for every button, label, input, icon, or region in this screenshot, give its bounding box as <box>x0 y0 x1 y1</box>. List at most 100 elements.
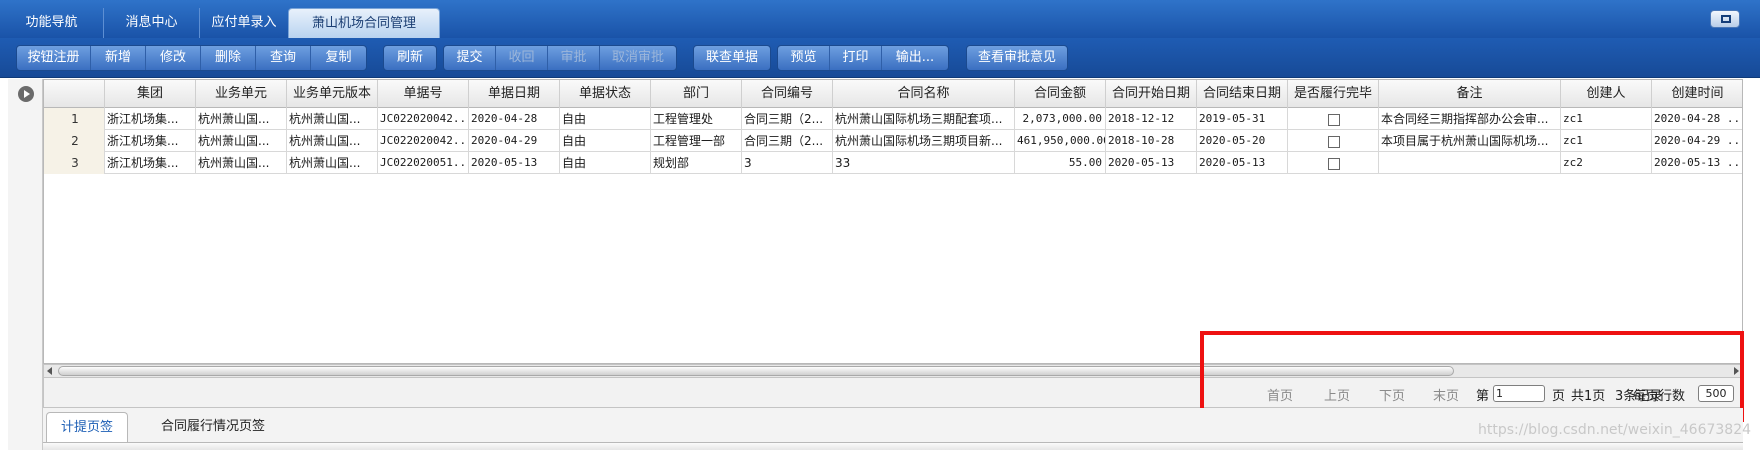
column-header-creator[interactable]: 创建人 <box>1561 80 1652 108</box>
fulfilled-checkbox[interactable] <box>1328 157 1340 170</box>
column-header-contract-amount[interactable]: 合同金额 <box>1015 80 1106 108</box>
left-gutter <box>8 79 43 450</box>
cell-group: 浙江机场集... <box>105 108 196 130</box>
cell-department: 工程管理一部 <box>651 130 742 152</box>
table-row[interactable]: 3 浙江机场集... 杭州萧山国... 杭州萧山国... JC022020051… <box>44 152 1742 174</box>
cell-creator: zc1 <box>1561 108 1652 130</box>
cell-business-unit-version: 杭州萧山国... <box>287 108 378 130</box>
cell-document-no: JC022020051... <box>378 152 469 174</box>
column-header-document-status[interactable]: 单据状态 <box>560 80 651 108</box>
submit-button[interactable]: 提交 <box>444 46 496 70</box>
cell-document-date: 2020-04-29 <box>469 130 560 152</box>
tab-function-nav[interactable]: 功能导航 <box>0 8 104 38</box>
toolbar-group-refresh: 刷新 <box>383 45 437 71</box>
toolbar-group-opinion: 查看审批意见 <box>966 45 1068 71</box>
column-header-business-unit-version[interactable]: 业务单元版本 <box>287 80 378 108</box>
cell-business-unit-version: 杭州萧山国... <box>287 152 378 174</box>
tab-accrual[interactable]: 计提页签 <box>46 412 128 442</box>
cell-contract-no: 合同三期（2... <box>742 108 833 130</box>
scroll-left-icon[interactable] <box>47 367 52 375</box>
table-row[interactable]: 2 浙江机场集... 杭州萧山国... 杭州萧山国... JC022020042… <box>44 130 1742 152</box>
query-button[interactable]: 查询 <box>256 46 311 70</box>
cell-end-date: 2020-05-20 <box>1197 130 1288 152</box>
cell-contract-amount: 2,073,000.00 <box>1015 108 1106 130</box>
cell-created-time: 2020-04-29 ... <box>1652 130 1742 152</box>
cell-contract-no: 合同三期（2... <box>742 130 833 152</box>
delete-button[interactable]: 删除 <box>201 46 256 70</box>
cell-end-date: 2020-05-13 <box>1197 152 1288 174</box>
fulfilled-checkbox[interactable] <box>1328 113 1340 126</box>
tab-message-center[interactable]: 消息中心 <box>104 8 200 38</box>
expand-panel-icon[interactable] <box>18 86 34 102</box>
tab-contract-fulfillment[interactable]: 合同履行情况页签 <box>143 412 283 442</box>
approve-button[interactable]: 审批 <box>548 46 600 70</box>
cell-remarks: 本合同经三期指挥部办公会审... <box>1379 108 1561 130</box>
row-number: 2 <box>44 130 105 152</box>
column-header-contract-no[interactable]: 合同编号 <box>742 80 833 108</box>
toolbar: 按钮注册 新增 修改 删除 查询 复制 刷新 提交 收回 审批 取消审批 联查单… <box>0 38 1760 78</box>
column-header-remarks[interactable]: 备注 <box>1379 80 1561 108</box>
preview-button[interactable]: 预览 <box>778 46 830 70</box>
cell-document-status: 自由 <box>560 130 651 152</box>
edit-button[interactable]: 修改 <box>146 46 201 70</box>
detail-grid-header <box>43 442 1743 450</box>
restore-window-button[interactable] <box>1710 10 1740 28</box>
column-header-fulfilled[interactable]: 是否履行完毕 <box>1288 80 1379 108</box>
tab-payable-entry[interactable]: 应付单录入 <box>200 8 288 38</box>
cell-document-status: 自由 <box>560 108 651 130</box>
column-header-group[interactable]: 集团 <box>105 80 196 108</box>
cell-remarks: 本项目属于杭州萧山国际机场... <box>1379 130 1561 152</box>
copy-button[interactable]: 复制 <box>311 46 366 70</box>
column-header-created-time[interactable]: 创建时间 <box>1652 80 1742 108</box>
column-header-start-date[interactable]: 合同开始日期 <box>1106 80 1197 108</box>
cell-fulfilled <box>1288 108 1379 130</box>
cell-business-unit: 杭州萧山国... <box>196 130 287 152</box>
cell-start-date: 2018-12-12 <box>1106 108 1197 130</box>
cell-created-time: 2020-04-28 ... <box>1652 108 1742 130</box>
column-header-document-date[interactable]: 单据日期 <box>469 80 560 108</box>
refresh-button[interactable]: 刷新 <box>384 46 436 70</box>
cell-contract-no: 3 <box>742 152 833 174</box>
register-button-button[interactable]: 按钮注册 <box>17 46 91 70</box>
cell-group: 浙江机场集... <box>105 152 196 174</box>
watermark-text: https://blog.csdn.net/weixin_46673824 <box>1478 422 1752 438</box>
cell-creator: zc2 <box>1561 152 1652 174</box>
view-approval-opinion-button[interactable]: 查看审批意见 <box>967 46 1067 70</box>
tab-contract-management[interactable]: 萧山机场合同管理 <box>288 8 440 38</box>
cell-created-time: 2020-05-13 ... <box>1652 152 1742 174</box>
cell-contract-amount: 55.00 <box>1015 152 1106 174</box>
cell-contract-name: 杭州萧山国际机场三期配套项... <box>833 108 1015 130</box>
cell-remarks <box>1379 152 1561 174</box>
column-header-document-no[interactable]: 单据号 <box>378 80 469 108</box>
export-button[interactable]: 输出... <box>882 46 948 70</box>
cell-contract-name: 杭州萧山国际机场三期项目新... <box>833 130 1015 152</box>
cell-business-unit-version: 杭州萧山国... <box>287 130 378 152</box>
grid-header-row: 集团 业务单元 业务单元版本 单据号 单据日期 单据状态 部门 合同编号 合同名… <box>44 80 1742 108</box>
add-button[interactable]: 新增 <box>91 46 146 70</box>
print-button[interactable]: 打印 <box>830 46 882 70</box>
column-header-contract-name[interactable]: 合同名称 <box>833 80 1015 108</box>
toolbar-group-approval: 提交 收回 审批 取消审批 <box>443 45 677 71</box>
cell-document-no: JC022020042... <box>378 108 469 130</box>
top-tab-bar: 功能导航 消息中心 应付单录入 萧山机场合同管理 <box>0 0 1760 38</box>
fulfilled-checkbox[interactable] <box>1328 135 1340 148</box>
cell-fulfilled <box>1288 130 1379 152</box>
cell-business-unit: 杭州萧山国... <box>196 108 287 130</box>
toolbar-group-output: 预览 打印 输出... <box>777 45 949 71</box>
restore-icon <box>1721 15 1731 23</box>
column-header-business-unit[interactable]: 业务单元 <box>196 80 287 108</box>
column-header-department[interactable]: 部门 <box>651 80 742 108</box>
cell-creator: zc1 <box>1561 130 1652 152</box>
table-row[interactable]: 1 浙江机场集... 杭州萧山国... 杭州萧山国... JC022020042… <box>44 108 1742 130</box>
row-number: 1 <box>44 108 105 130</box>
cancel-approval-button[interactable]: 取消审批 <box>600 46 676 70</box>
linked-documents-button[interactable]: 联查单据 <box>694 46 770 70</box>
toolbar-group-link: 联查单据 <box>693 45 771 71</box>
cell-start-date: 2020-05-13 <box>1106 152 1197 174</box>
cell-department: 工程管理处 <box>651 108 742 130</box>
cell-business-unit: 杭州萧山国... <box>196 152 287 174</box>
recall-button[interactable]: 收回 <box>496 46 548 70</box>
row-number: 3 <box>44 152 105 174</box>
contract-grid: 集团 业务单元 业务单元版本 单据号 单据日期 单据状态 部门 合同编号 合同名… <box>43 79 1743 364</box>
column-header-end-date[interactable]: 合同结束日期 <box>1197 80 1288 108</box>
